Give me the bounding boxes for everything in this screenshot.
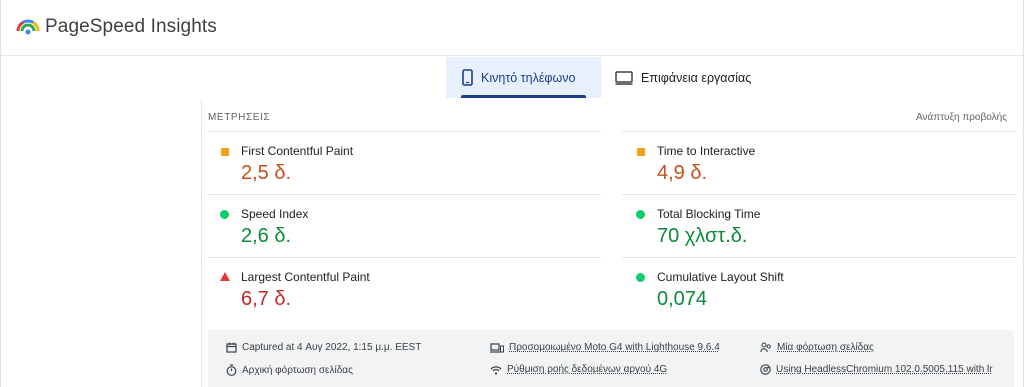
device-tabs: Κινητό τηλέφωνο Επιφάνεια εργασίας bbox=[446, 57, 765, 99]
runtime-captured: Captured at 4 Αυγ 2022, 1:15 μ.μ. EEST bbox=[226, 342, 421, 353]
pagespeed-logo-icon bbox=[16, 19, 40, 35]
tab-desktop-label: Επιφάνεια εργασίας bbox=[641, 70, 752, 85]
mobile-phone-icon bbox=[462, 69, 473, 86]
metric-first-contentful-paint: First Contentful Paint 2,5 δ. bbox=[206, 131, 601, 194]
calendar-icon bbox=[226, 342, 237, 353]
metrics-column-right: Time to Interactive 4,9 δ. Total Blockin… bbox=[622, 131, 1017, 320]
metric-value: 4,9 δ. bbox=[657, 162, 708, 184]
active-tab-indicator bbox=[461, 95, 586, 98]
people-icon bbox=[760, 342, 772, 353]
runtime-settings: Captured at 4 Αυγ 2022, 1:15 μ.μ. EEST Α… bbox=[208, 330, 1014, 387]
devices-icon bbox=[490, 342, 504, 353]
metric-cumulative-layout-shift: Cumulative Layout Shift 0,074 bbox=[622, 257, 1017, 320]
metrics-column-left: First Contentful Paint 2,5 δ. Speed Inde… bbox=[206, 131, 601, 320]
captured-text: Captured at 4 Αυγ 2022, 1:15 μ.μ. EEST bbox=[242, 342, 422, 353]
device-text: Προσομοιωμένο Moto G4 with Lighthouse 9.… bbox=[509, 342, 720, 353]
metric-total-blocking-time: Total Blocking Time 70 χλστ.δ. bbox=[622, 194, 1017, 257]
metric-label: Speed Index bbox=[241, 207, 309, 221]
wifi-icon bbox=[490, 365, 502, 375]
pagespeed-page: PageSpeed Insights Κινητό τηλέφωνο Επιφά… bbox=[0, 0, 1024, 387]
metric-label: Largest Contentful Paint bbox=[241, 270, 370, 284]
metric-label: Cumulative Layout Shift bbox=[657, 270, 784, 284]
desktop-monitor-icon bbox=[615, 70, 633, 85]
chrome-browser-icon bbox=[760, 364, 771, 375]
stopwatch-icon bbox=[226, 364, 237, 376]
browser-text: Using HeadlessChromium 102.0.5005.115 wi… bbox=[776, 364, 993, 375]
expand-view-toggle[interactable]: Ανάπτυξη προβολής bbox=[916, 112, 1007, 123]
runtime-device[interactable]: Προσομοιωμένο Moto G4 with Lighthouse 9.… bbox=[490, 342, 720, 353]
single-load-text: Μία φόρτωση σελίδας bbox=[777, 342, 874, 353]
metric-time-to-interactive: Time to Interactive 4,9 δ. bbox=[622, 131, 1017, 194]
tab-mobile[interactable]: Κινητό τηλέφωνο bbox=[446, 57, 601, 98]
metric-value: 6,7 δ. bbox=[241, 288, 292, 310]
average-square-icon bbox=[221, 148, 229, 156]
metric-largest-contentful-paint: Largest Contentful Paint 6,7 δ. bbox=[206, 257, 601, 320]
good-circle-icon bbox=[220, 210, 229, 219]
runtime-browser[interactable]: Using HeadlessChromium 102.0.5005.115 wi… bbox=[760, 364, 993, 375]
metric-value: 2,5 δ. bbox=[241, 162, 292, 184]
tab-desktop[interactable]: Επιφάνεια εργασίας bbox=[601, 57, 765, 98]
tab-mobile-label: Κινητό τηλέφωνο bbox=[481, 70, 576, 85]
metric-value: 2,6 δ. bbox=[241, 225, 292, 247]
initial-load-text: Αρχική φόρτωση σελίδας bbox=[242, 364, 353, 376]
metric-label: Time to Interactive bbox=[657, 144, 756, 158]
metric-value: 70 χλστ.δ. bbox=[657, 225, 748, 247]
app-header: PageSpeed Insights bbox=[1, 0, 1023, 56]
runtime-throttling[interactable]: Ρύθμιση ροής δεδομένων αργού 4G bbox=[490, 364, 667, 375]
runtime-initial-load: Αρχική φόρτωση σελίδας bbox=[226, 364, 353, 376]
runtime-single-load[interactable]: Μία φόρτωση σελίδας bbox=[760, 342, 874, 353]
metric-value: 0,074 bbox=[657, 288, 708, 310]
metric-label: Total Blocking Time bbox=[657, 207, 761, 221]
metric-label: First Contentful Paint bbox=[241, 144, 354, 158]
metrics-heading: ΜΕΤΡΗΣΕΙΣ bbox=[208, 112, 271, 123]
metric-speed-index: Speed Index 2,6 δ. bbox=[206, 194, 601, 257]
metrics-panel: ΜΕΤΡΗΣΕΙΣ Ανάπτυξη προβολής First Conten… bbox=[201, 99, 1017, 387]
good-circle-icon bbox=[636, 210, 645, 219]
throttling-text: Ρύθμιση ροής δεδομένων αργού 4G bbox=[507, 364, 668, 375]
good-circle-icon bbox=[636, 273, 645, 282]
app-title: PageSpeed Insights bbox=[45, 16, 217, 37]
poor-triangle-icon bbox=[220, 272, 230, 281]
average-square-icon bbox=[637, 148, 645, 156]
